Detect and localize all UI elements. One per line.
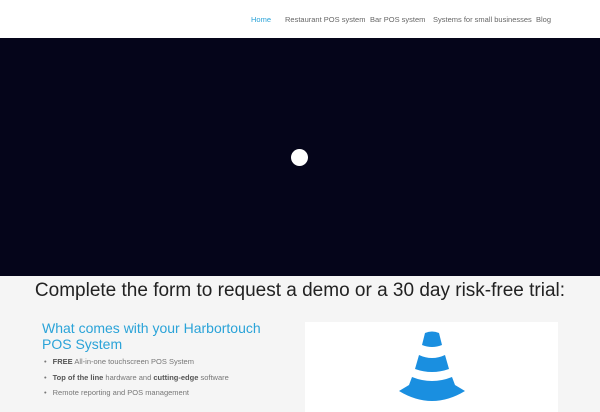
vlc-cone-icon [399,331,465,401]
feature-text: cutting-edge [153,372,199,382]
media-placeholder [305,322,558,412]
feature-text: All-in-one touchscreen POS System [72,357,194,366]
nav-small-business[interactable]: Systems for small businesses [433,15,532,24]
video-player[interactable] [0,38,600,276]
feature-text: hardware and [103,372,154,382]
feature-text: Top of the line [52,372,104,382]
feature-text: Remote reporting and POS management [52,388,189,397]
features-list: FREE All-in-one touchscreen POS SystemTo… [44,357,229,404]
top-nav: Home Restaurant POS system Bar POS syste… [0,0,600,38]
loading-indicator [291,149,308,166]
nav-bar-pos[interactable]: Bar POS system [370,15,425,24]
feature-text: software [198,372,229,382]
feature-item: FREE All-in-one touchscreen POS System [44,357,229,373]
nav-restaurant-pos[interactable]: Restaurant POS system [285,15,365,24]
nav-blog[interactable]: Blog [536,15,551,24]
features-title: What comes with your Harbortouch POS Sys… [42,320,261,352]
feature-item: Remote reporting and POS management [44,388,229,404]
page-headline: Complete the form to request a demo or a… [34,280,566,301]
feature-text: FREE [52,357,73,366]
feature-item: Top of the line hardware and cutting-edg… [44,373,229,389]
nav-home[interactable]: Home [251,15,271,24]
